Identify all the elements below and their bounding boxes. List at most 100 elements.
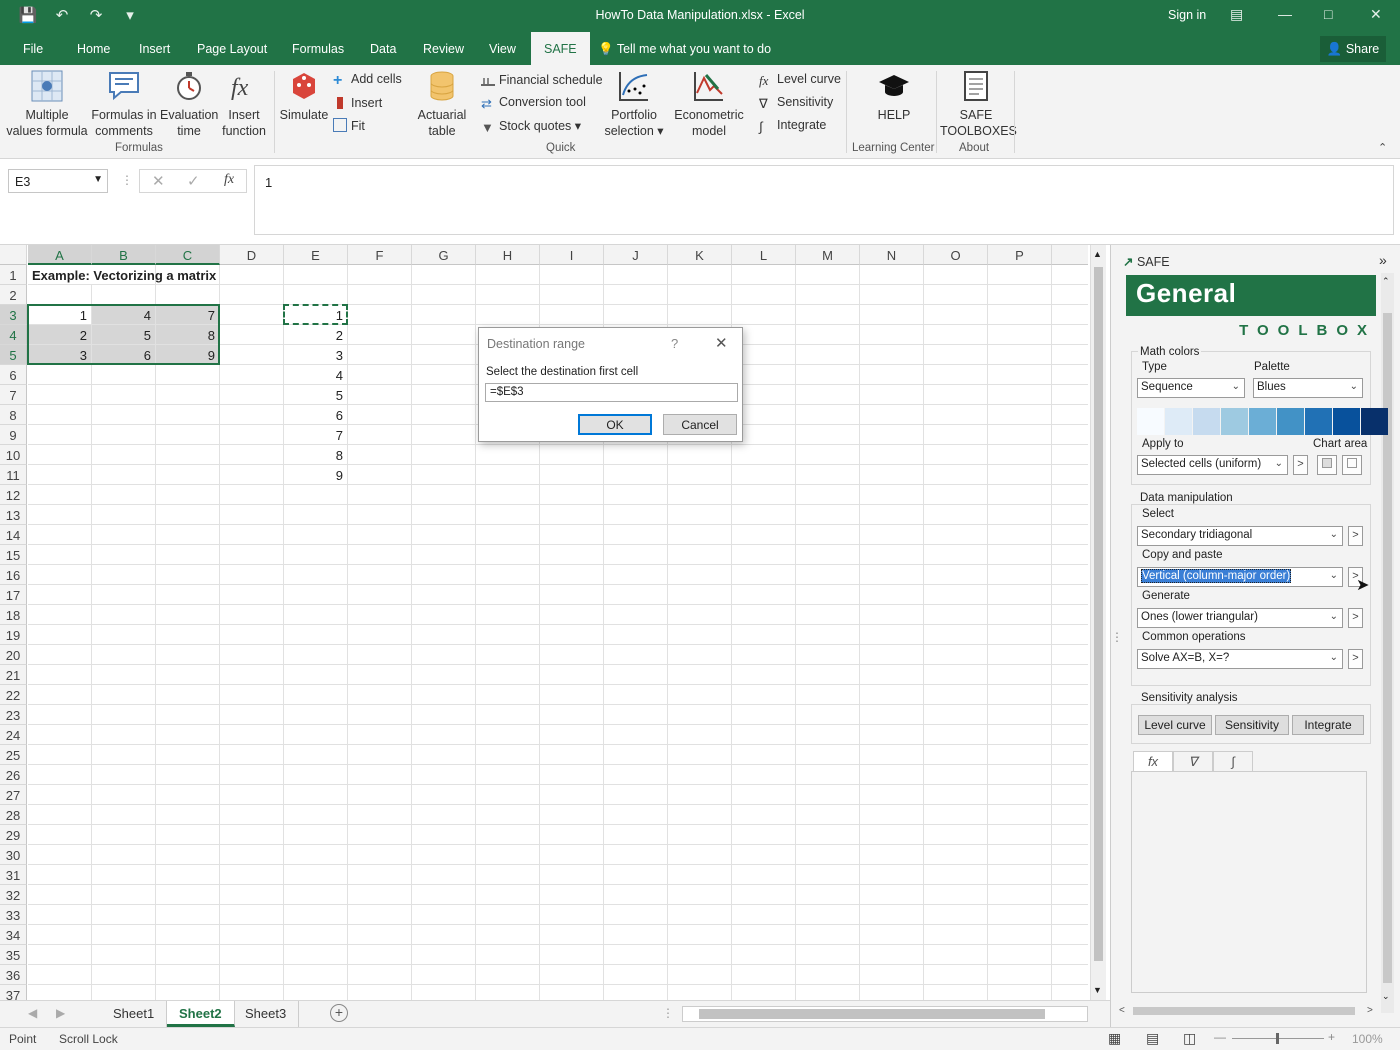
- grid-cell[interactable]: [220, 425, 284, 445]
- grid-cell[interactable]: [348, 805, 412, 825]
- grid-cell[interactable]: [732, 665, 796, 685]
- grid-cell[interactable]: [348, 325, 412, 345]
- grid-cell[interactable]: [924, 425, 988, 445]
- row-header[interactable]: 23: [0, 705, 27, 725]
- grid-cell[interactable]: [220, 485, 284, 505]
- column-header[interactable]: M: [796, 245, 860, 265]
- grid-cell[interactable]: [92, 965, 156, 985]
- grid-cell[interactable]: [540, 645, 604, 665]
- grid-cell[interactable]: [540, 805, 604, 825]
- grid-cell[interactable]: [796, 305, 860, 325]
- grid-cell[interactable]: [348, 485, 412, 505]
- grid-cell[interactable]: [476, 505, 540, 525]
- grid-cell[interactable]: [476, 945, 540, 965]
- grid-cell[interactable]: [668, 605, 732, 625]
- grid-cell[interactable]: [1052, 965, 1088, 985]
- grid-cell[interactable]: [92, 485, 156, 505]
- grid-cell[interactable]: [476, 825, 540, 845]
- column-header[interactable]: D: [220, 245, 284, 265]
- prev-sheet-icon[interactable]: ◀: [28, 1006, 37, 1020]
- matrix-cell[interactable]: 4: [92, 305, 156, 325]
- grid-cell[interactable]: [348, 445, 412, 465]
- grid-cell[interactable]: [604, 645, 668, 665]
- grid-cell[interactable]: [28, 505, 92, 525]
- grid-cell[interactable]: [412, 745, 476, 765]
- grid-cell[interactable]: [604, 625, 668, 645]
- palette-swatch[interactable]: [1277, 408, 1304, 435]
- grid-cell[interactable]: [476, 485, 540, 505]
- grid-cell[interactable]: [220, 545, 284, 565]
- common-operations-run-button[interactable]: >: [1348, 649, 1363, 669]
- grid-cell[interactable]: [796, 425, 860, 445]
- grid-cell[interactable]: [604, 945, 668, 965]
- palette-swatch[interactable]: [1361, 408, 1388, 435]
- grid-cell[interactable]: [28, 805, 92, 825]
- evaluation-time-button[interactable]: Evaluation time: [160, 69, 218, 139]
- row-header[interactable]: 32: [0, 885, 27, 905]
- grid-cell[interactable]: [604, 465, 668, 485]
- column-header[interactable]: G: [412, 245, 476, 265]
- grid-cell[interactable]: [92, 805, 156, 825]
- add-cells-button[interactable]: + Add cells: [333, 72, 402, 89]
- scroll-down-icon[interactable]: ▼: [1093, 985, 1102, 995]
- grid-cell[interactable]: [412, 345, 476, 365]
- column-header[interactable]: E: [284, 245, 348, 265]
- row-header[interactable]: 9: [0, 425, 27, 445]
- copy-and-paste-dropdown[interactable]: Vertical (column-major order) ⌄: [1137, 567, 1343, 587]
- grid-cell[interactable]: [220, 385, 284, 405]
- grid-cell[interactable]: [860, 705, 924, 725]
- grid-cell[interactable]: [988, 825, 1052, 845]
- grid-cell[interactable]: [1052, 385, 1088, 405]
- generate-run-button[interactable]: >: [1348, 608, 1363, 628]
- help-icon[interactable]: ?: [671, 336, 678, 351]
- grid-cell[interactable]: [156, 825, 220, 845]
- grid-cell[interactable]: [604, 825, 668, 845]
- actuarial-table-button[interactable]: Actuarial table: [414, 69, 470, 139]
- matrix-cell[interactable]: 6: [92, 345, 156, 365]
- grid-cell[interactable]: [412, 465, 476, 485]
- grid-cell[interactable]: [1052, 265, 1088, 285]
- grid-cell[interactable]: [860, 365, 924, 385]
- zoom-out-icon[interactable]: —: [1214, 1030, 1226, 1044]
- grid-cell[interactable]: [412, 285, 476, 305]
- grid-cell[interactable]: [540, 265, 604, 285]
- grid-cell[interactable]: [988, 845, 1052, 865]
- grid-cell[interactable]: [924, 505, 988, 525]
- grid-cell[interactable]: [924, 865, 988, 885]
- grid-cell[interactable]: [412, 325, 476, 345]
- grid-cell[interactable]: [1052, 705, 1088, 725]
- grid-cell[interactable]: [668, 565, 732, 585]
- column-header[interactable]: F: [348, 245, 412, 265]
- grid-cell[interactable]: [156, 845, 220, 865]
- grid-cell[interactable]: [988, 465, 1052, 485]
- grid-cell[interactable]: [668, 765, 732, 785]
- grid-cell[interactable]: [860, 645, 924, 665]
- destination-input[interactable]: =$E$3: [485, 383, 738, 402]
- grid-cell[interactable]: [796, 685, 860, 705]
- grid-cell[interactable]: [412, 905, 476, 925]
- grid-cell[interactable]: [1052, 345, 1088, 365]
- grid-cell[interactable]: [220, 605, 284, 625]
- grid-cell[interactable]: [796, 325, 860, 345]
- grid-cell[interactable]: [220, 525, 284, 545]
- grid-cell[interactable]: [604, 745, 668, 765]
- grid-cell[interactable]: [156, 425, 220, 445]
- grid-cell[interactable]: [732, 685, 796, 705]
- select-all-corner[interactable]: [0, 245, 27, 265]
- column-header[interactable]: N: [860, 245, 924, 265]
- grid-cell[interactable]: [92, 925, 156, 945]
- grid-cell[interactable]: [348, 765, 412, 785]
- apply-colors-button[interactable]: >: [1293, 455, 1308, 475]
- grid-cell[interactable]: [348, 945, 412, 965]
- grid-cell[interactable]: [924, 705, 988, 725]
- grid-cell[interactable]: [28, 605, 92, 625]
- grid-cell[interactable]: [284, 265, 348, 285]
- vector-cell[interactable]: 8: [284, 445, 348, 465]
- grid-cell[interactable]: [1052, 605, 1088, 625]
- row-header[interactable]: 6: [0, 365, 27, 385]
- grid-cell[interactable]: [988, 685, 1052, 705]
- sheet-tab-sheet1[interactable]: Sheet1: [101, 1001, 168, 1027]
- grid-cell[interactable]: [860, 505, 924, 525]
- grid-cell[interactable]: [860, 985, 924, 1000]
- grid-cell[interactable]: [988, 405, 1052, 425]
